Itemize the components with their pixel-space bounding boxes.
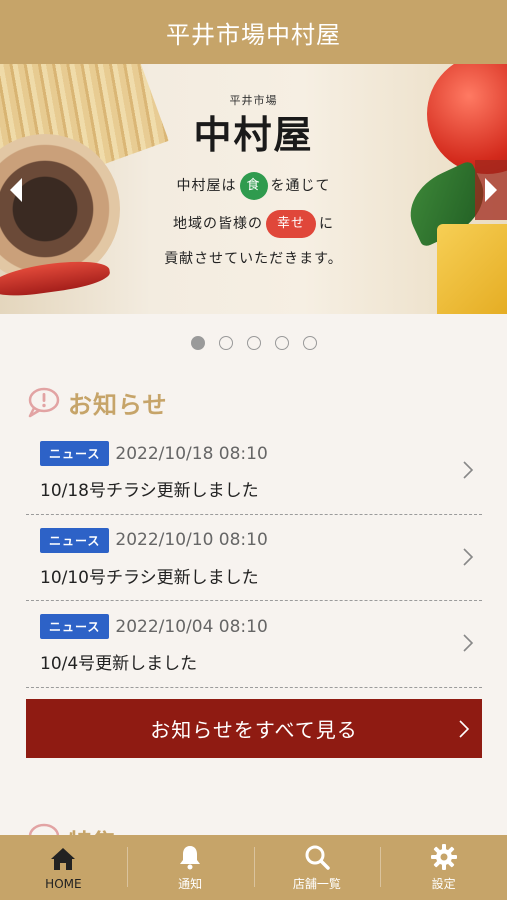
carousel-dot-5[interactable] [302,336,317,350]
news-date: 2022/10/18 08:10 [115,443,268,464]
carousel-dot-4[interactable] [274,336,289,350]
speech-bubble-icon [26,386,60,418]
news-headline: 10/18号チラシ更新しました [40,481,259,501]
news-item[interactable]: ニュース 2022/10/18 08:10 10/18号チラシ更新しました [26,428,482,515]
carousel-dot-1[interactable] [190,336,205,350]
carousel-dot-2[interactable] [218,336,233,350]
tab-store-list-label: 店舗一覧 [292,877,341,891]
see-all-news-button[interactable]: お知らせをすべて見る [26,699,482,758]
banner-line-1-post: を通じて [270,178,331,194]
bottom-tab-bar: HOME 通知 店舗一覧 設定 [0,835,507,900]
app-header: 平井市場中村屋 [0,0,507,64]
news-list: ニュース 2022/10/18 08:10 10/18号チラシ更新しました ニュ… [26,428,482,688]
carousel-next-button[interactable] [475,160,507,220]
tab-settings[interactable]: 設定 [380,835,507,900]
news-headline: 10/4号更新しました [40,654,198,674]
tab-notifications-label: 通知 [178,877,203,891]
app-title: 平井市場中村屋 [166,20,341,49]
banner-line-1: 中村屋は食を通じて [0,172,507,200]
tab-settings-label: 設定 [431,877,456,891]
carousel-dot-3[interactable] [246,336,261,350]
news-headline: 10/10号チラシ更新しました [40,567,259,588]
hero-carousel[interactable]: 平井市場 中村屋 中村屋は食を通じて 地域の皆様の 幸せに 貢献させていただきます… [0,64,507,314]
banner-line-2: 地域の皆様の 幸せに [0,210,507,238]
chevron-right-icon [463,547,474,566]
banner-food-circle: 食 [239,172,268,200]
banner-line-2-pre: 地域の皆様の [173,216,263,232]
tab-store-list[interactable]: 店舗一覧 [253,835,381,900]
banner-line-2-post: に [319,216,334,232]
chevron-right-icon [463,634,474,652]
news-badge: ニュース [40,441,110,466]
chevron-right-icon [459,720,470,738]
news-badge: ニュース [40,527,110,553]
news-badge: ニュース [40,614,110,639]
news-item[interactable]: ニュース 2022/10/10 08:10 10/10号チラシ更新しました [26,515,482,601]
search-icon [305,845,330,870]
news-date: 2022/10/10 08:10 [115,530,268,550]
tab-home[interactable]: HOME [0,835,127,900]
home-icon [51,847,76,870]
banner-happiness-circle: 幸せ [266,210,316,238]
banner-brand-logo: 中村屋 [193,112,314,157]
carousel-prev-button[interactable] [0,160,32,220]
banner-line-1-pre: 中村屋は [176,178,237,194]
chevron-left-icon [10,178,22,202]
chevron-right-icon [463,461,474,479]
bell-icon [180,846,201,870]
news-section-title: お知らせ [68,390,168,419]
carousel-pagination [0,336,507,352]
see-all-news-label: お知らせをすべて見る [150,718,358,742]
tab-home-label: HOME [45,876,82,891]
news-section-header: お知らせ [26,384,168,420]
news-date: 2022/10/04 08:10 [115,616,268,637]
banner-line-3: 貢献させていただきます。 [164,251,343,267]
gear-icon [430,844,457,870]
tab-notifications[interactable]: 通知 [126,835,254,900]
chevron-right-icon [485,178,497,202]
news-item[interactable]: ニュース 2022/10/04 08:10 10/4号更新しました [26,601,482,688]
